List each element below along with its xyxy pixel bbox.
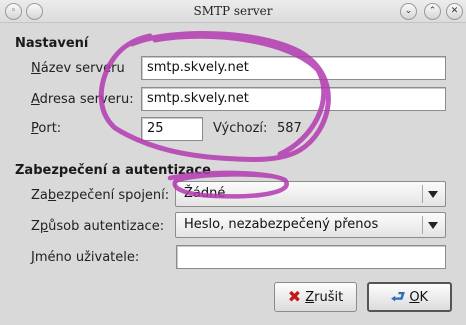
ok-arrow-icon: ⮐ [390,287,406,306]
port-default-label: Výchozí: [213,121,268,136]
connection-security-label: Zabezpečení spojení: [31,188,170,203]
port-input[interactable]: 25 [141,117,203,141]
dropdown-arrow-icon [428,222,438,229]
auth-method-select[interactable]: Heslo, nezabezpečený přenos [175,212,446,238]
username-input[interactable] [176,245,446,269]
title-bar: ◦ SMTP server ⌄ ⌃ ✕ [0,0,466,23]
server-name-label: Název serveru [31,61,125,76]
connection-security-value: Žádné [184,186,226,201]
security-heading: Zabezpečení a autentizace [15,163,211,178]
window-title: SMTP server [193,4,273,18]
server-address-input[interactable]: smtp.skvely.net [141,87,446,111]
server-address-label: Adresa serveru: [31,92,134,107]
maximize-button[interactable]: ⌃ [424,3,441,20]
close-button[interactable]: ✕ [446,3,463,20]
server-name-input[interactable]: smtp.skvely.net [141,56,446,80]
settings-heading: Nastavení [15,36,89,51]
combo-separator [422,216,423,234]
cancel-button[interactable]: ✖ Zrušit [274,282,357,312]
close-icon: ✕ [450,6,459,16]
chevron-down-icon: ⌄ [404,6,413,16]
connection-security-select[interactable]: Žádné [175,181,446,207]
dropdown-arrow-icon [428,191,438,198]
username-label: Jméno uživatele: [31,250,140,265]
auth-method-label: Způsob autentizace: [31,219,165,234]
cancel-button-label: Zrušit [305,289,344,305]
auth-method-value: Heslo, nezabezpečený přenos [184,217,379,232]
ok-button-label: OK [409,289,429,305]
ok-button[interactable]: ⮐ OK [367,282,452,312]
port-label: Port: [31,121,62,136]
cancel-icon: ✖ [287,287,302,306]
combo-separator [422,185,423,203]
minimize-button[interactable]: ⌄ [400,3,417,20]
chevron-up-icon: ⌃ [428,6,437,16]
port-default-value: 587 [277,121,302,136]
